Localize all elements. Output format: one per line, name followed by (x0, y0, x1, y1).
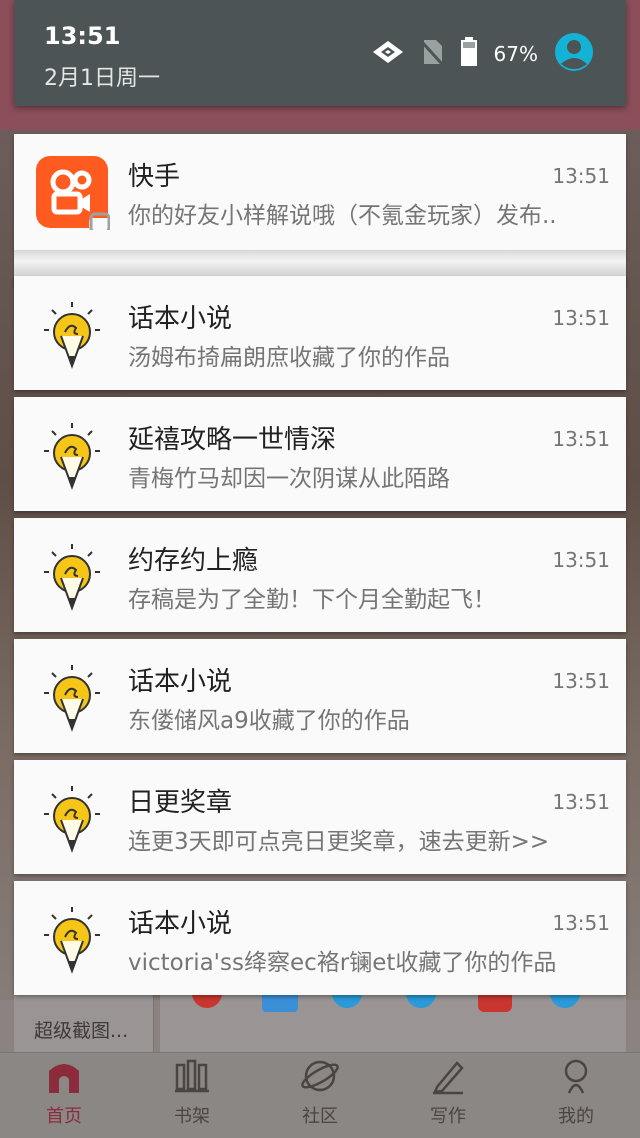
notification-title: 日更奖章 (128, 788, 233, 818)
notification-title: 快手 (128, 162, 181, 192)
notification-time: 13:51 (552, 164, 610, 188)
nav-write[interactable]: 写作 (384, 1053, 512, 1138)
notification-time: 13:51 (552, 306, 610, 330)
notification-title: 约存约上瘾 (128, 546, 259, 576)
notification-card[interactable]: 话本小说 汤姆布掎扁朗庶收藏了你的作品 13:51 (14, 276, 626, 390)
screenshot-label: 超级截图... (34, 1020, 129, 1042)
pen-icon (428, 1056, 468, 1096)
notification-text: 你的好友小样解说哦（不氪金玩家）发布.. (128, 203, 557, 229)
notification-time: 13:51 (552, 911, 610, 935)
clock: 13:51 (44, 22, 121, 50)
notification-card[interactable]: 约存约上瘾 存稿是为了全勤！下个月全勤起飞！ 13:51 (14, 518, 626, 632)
notification-text: 青梅竹马却因一次阴谋从此陌路 (128, 466, 450, 492)
bottom-navigation: 首页 书架 社区 写作 我的 (0, 1052, 640, 1138)
notification-text: 连更3天即可点亮日更奖章，速去更新>> (128, 829, 550, 855)
battery-percentage: 67% (493, 42, 538, 66)
notification-card[interactable]: 延禧攻略一世情深 青梅竹马却因一次阴谋从此陌路 13:51 (14, 397, 626, 511)
wifi-icon[interactable] (372, 39, 404, 69)
nav-home-label: 首页 (46, 1106, 82, 1127)
profile-icon (556, 1056, 596, 1096)
notification-title: 话本小说 (128, 667, 233, 697)
date: 2月1日周一 (44, 66, 160, 91)
huaben-app-icon (36, 421, 108, 493)
huaben-app-icon (36, 300, 108, 372)
community-icon (300, 1056, 340, 1096)
nav-profile-label: 我的 (558, 1106, 594, 1127)
status-icons: 67% (372, 32, 594, 76)
screenshot-notification-stub[interactable]: 超级截图... (14, 990, 154, 1052)
home-icon (44, 1056, 84, 1096)
notification-text: 汤姆布掎扁朗庶收藏了你的作品 (128, 345, 450, 371)
notification-shade-header: 13:51 2月1日周一 67% (14, 0, 626, 106)
bookshelf-icon (172, 1056, 212, 1096)
notification-text: 存稿是为了全勤！下个月全勤起飞！ (128, 587, 496, 613)
notification-title: 延禧攻略一世情深 (128, 425, 337, 455)
notification-card[interactable]: 日更奖章 连更3天即可点亮日更奖章，速去更新>> 13:51 (14, 760, 626, 874)
huaben-app-icon (36, 542, 108, 614)
account-icon[interactable] (554, 32, 594, 76)
notification-time: 13:51 (552, 669, 610, 693)
no-sim-icon (420, 38, 444, 70)
notification-card[interactable]: 快手 你的好友小样解说哦（不氪金玩家）发布.. 13:51 (14, 134, 626, 250)
notification-time: 13:51 (552, 790, 610, 814)
notification-text: 东偻储风a9收藏了你的作品 (128, 708, 410, 734)
notification-card[interactable]: 话本小说 东偻储风a9收藏了你的作品 13:51 (14, 639, 626, 753)
huaben-app-icon (36, 663, 108, 735)
background-app-icons (160, 990, 626, 1052)
nav-profile[interactable]: 我的 (512, 1053, 640, 1138)
nav-community-label: 社区 (302, 1106, 338, 1127)
kuaishou-app-icon (36, 156, 111, 234)
battery-icon (460, 37, 478, 71)
nav-bookshelf-label: 书架 (174, 1106, 210, 1127)
nav-bookshelf[interactable]: 书架 (128, 1053, 256, 1138)
notification-time: 13:51 (552, 427, 610, 451)
nav-write-label: 写作 (430, 1106, 466, 1127)
notification-text: victoria'ss绛察ec袼r镧et收藏了你的作品 (128, 950, 557, 976)
notification-title: 话本小说 (128, 304, 233, 334)
notification-card[interactable]: 话本小说 victoria'ss绛察ec袼r镧et收藏了你的作品 13:51 (14, 881, 626, 995)
huaben-app-icon (36, 905, 108, 977)
huaben-app-icon (36, 784, 108, 856)
notification-time: 13:51 (552, 548, 610, 572)
nav-community[interactable]: 社区 (256, 1053, 384, 1138)
nav-home[interactable]: 首页 (0, 1053, 128, 1138)
notification-title: 话本小说 (128, 909, 233, 939)
